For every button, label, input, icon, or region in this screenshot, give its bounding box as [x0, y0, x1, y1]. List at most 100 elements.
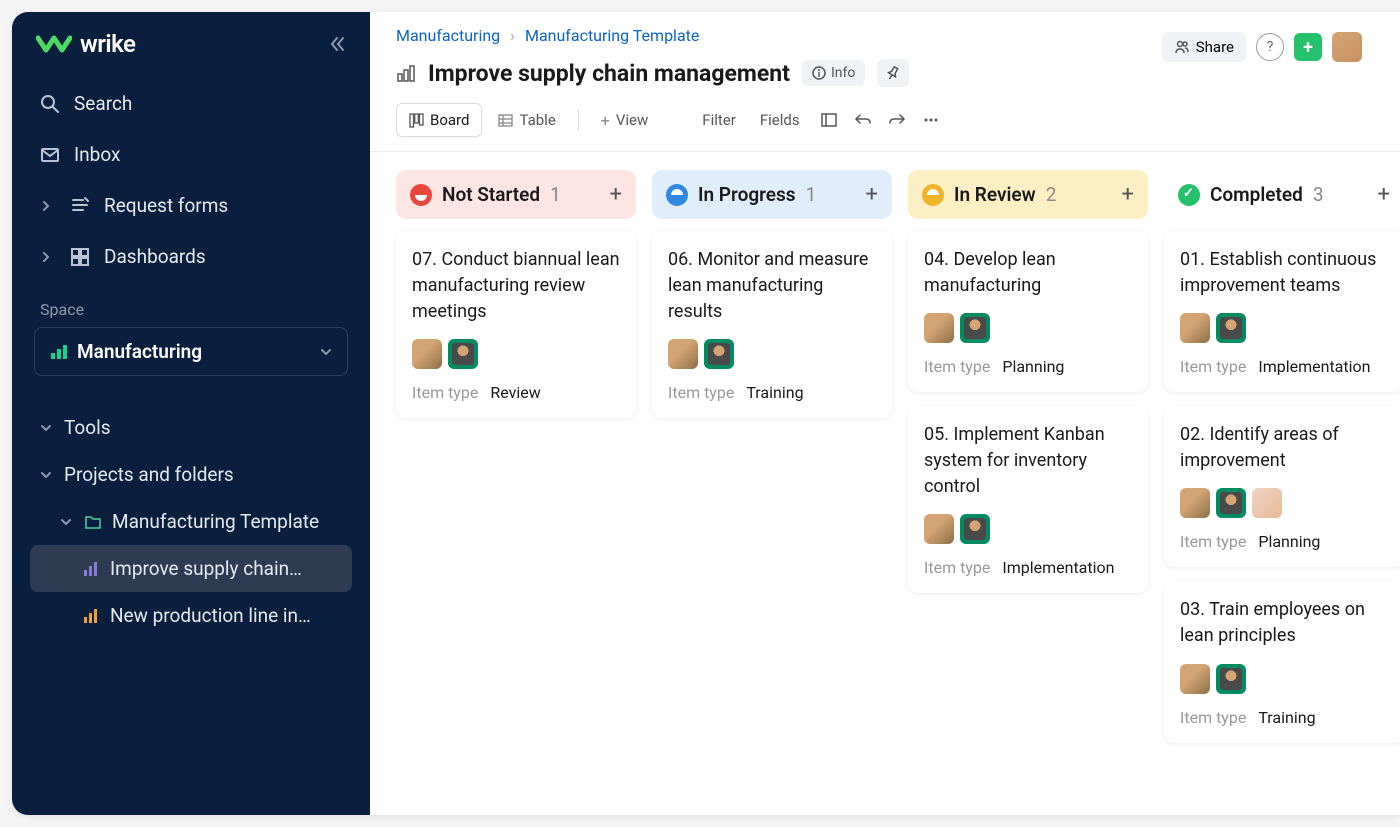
nav-dashboards-label: Dashboards	[104, 245, 206, 268]
column-header-in_progress[interactable]: In Progress1+	[652, 170, 892, 219]
plus-icon: +	[601, 111, 610, 130]
meta-value: Planning	[1258, 532, 1320, 551]
card-meta: Item typeReview	[412, 383, 620, 402]
tree-project-active[interactable]: Improve supply chain…	[30, 545, 352, 592]
avatar[interactable]	[924, 514, 954, 544]
column-in_review: In Review2+ 04. Develop lean manufacturin…	[908, 170, 1148, 797]
project-icon	[396, 63, 416, 83]
avatar[interactable]	[1252, 488, 1282, 518]
column-header-completed[interactable]: Completed3+	[1164, 170, 1400, 219]
avatar[interactable]	[960, 514, 990, 544]
undo-icon	[854, 111, 872, 129]
card-meta: Item typeImplementation	[924, 558, 1132, 577]
avatar[interactable]	[412, 339, 442, 369]
tree-tools-label: Tools	[64, 416, 111, 439]
avatar[interactable]	[704, 339, 734, 369]
card[interactable]: 05. Implement Kanban system for inventor…	[908, 406, 1148, 593]
logo[interactable]: wrike	[36, 30, 135, 58]
forms-icon	[70, 196, 90, 216]
view-tab-board[interactable]: Board	[396, 103, 482, 137]
card[interactable]: 03. Train employees on lean principlesIt…	[1164, 581, 1400, 742]
tree-projects-folders[interactable]: Projects and folders	[12, 451, 370, 498]
user-avatar[interactable]	[1332, 32, 1362, 62]
filter-button[interactable]: Filter	[692, 105, 746, 135]
sidebar: wrike Search Inbox Request forms Dashboa…	[12, 12, 370, 815]
column-completed: Completed3+ 01. Establish continuous impr…	[1164, 170, 1400, 797]
info-label: Info	[831, 65, 855, 81]
card[interactable]: 04. Develop lean manufacturing Item typeP…	[908, 231, 1148, 392]
pin-button[interactable]	[877, 59, 909, 87]
column-add-button[interactable]: +	[1378, 182, 1390, 207]
undo-button[interactable]	[848, 105, 878, 135]
column-header-not_started[interactable]: Not Started1+	[396, 170, 636, 219]
project-icon	[82, 607, 100, 625]
column-add-button[interactable]: +	[866, 182, 878, 207]
nav-search-label: Search	[74, 92, 132, 115]
breadcrumb-root[interactable]: Manufacturing	[396, 26, 500, 45]
collapse-sidebar-button[interactable]	[328, 35, 346, 53]
nav-inbox[interactable]: Inbox	[12, 129, 370, 180]
card-avatars	[1180, 664, 1388, 694]
card[interactable]: 06. Monitor and measure lean manufacturi…	[652, 231, 892, 418]
avatar[interactable]	[1180, 488, 1210, 518]
column-header-in_review[interactable]: In Review2+	[908, 170, 1148, 219]
avatar[interactable]	[1180, 664, 1210, 694]
view-board-label: Board	[430, 111, 469, 129]
column-in_progress: In Progress1+06. Monitor and measure lea…	[652, 170, 892, 797]
meta-value: Implementation	[1258, 357, 1370, 376]
status-dot-icon	[410, 184, 432, 206]
avatar[interactable]	[448, 339, 478, 369]
topbar: Manufacturing › Manufacturing Template S…	[370, 12, 1400, 45]
avatar[interactable]	[1216, 313, 1246, 343]
add-button[interactable]: +	[1294, 33, 1322, 61]
avatar[interactable]	[668, 339, 698, 369]
page-title: Improve supply chain management	[428, 60, 790, 87]
card-avatars	[1180, 313, 1388, 343]
nav-dashboards[interactable]: Dashboards	[12, 231, 370, 282]
tree-project-other[interactable]: New production line in…	[12, 592, 370, 639]
avatar[interactable]	[960, 313, 990, 343]
view-tab-table[interactable]: Table	[486, 104, 567, 136]
card[interactable]: 01. Establish continuous improvement tea…	[1164, 231, 1400, 392]
column-count: 1	[806, 183, 817, 206]
board-icon	[409, 113, 424, 128]
avatar[interactable]	[1216, 664, 1246, 694]
card-title: 06. Monitor and measure lean manufacturi…	[668, 247, 876, 325]
nav-search[interactable]: Search	[12, 78, 370, 129]
breadcrumb-separator: ›	[510, 26, 515, 45]
main: Manufacturing › Manufacturing Template S…	[370, 12, 1400, 815]
breadcrumb-child[interactable]: Manufacturing Template	[525, 26, 699, 45]
share-button[interactable]: Share	[1162, 32, 1246, 62]
view-tab-add[interactable]: + View	[589, 104, 661, 137]
card-avatars	[412, 339, 620, 369]
meta-label: Item type	[1180, 708, 1246, 727]
avatar[interactable]	[1180, 313, 1210, 343]
tree-tools[interactable]: Tools	[12, 404, 370, 451]
space-selector[interactable]: Manufacturing	[34, 327, 348, 376]
expand-button[interactable]	[814, 105, 844, 135]
project-icon	[82, 560, 100, 578]
meta-value: Implementation	[1002, 558, 1114, 577]
help-button[interactable]: ?	[1256, 33, 1284, 61]
space-name: Manufacturing	[77, 340, 309, 363]
view-add-label: View	[616, 111, 648, 129]
avatar[interactable]	[1216, 488, 1246, 518]
card[interactable]: 07. Conduct biannual lean manufacturing …	[396, 231, 636, 418]
board: Not Started1+ 07. Conduct biannual lean m…	[370, 152, 1400, 815]
card-meta: Item typePlanning	[924, 357, 1132, 376]
card-avatars	[668, 339, 876, 369]
nav-inbox-label: Inbox	[74, 143, 120, 166]
card-title: 05. Implement Kanban system for inventor…	[924, 422, 1132, 500]
card[interactable]: 02. Identify areas of improvementItem ty…	[1164, 406, 1400, 567]
column-add-button[interactable]: +	[1122, 182, 1134, 207]
more-button[interactable]	[916, 105, 946, 135]
redo-button[interactable]	[882, 105, 912, 135]
card-title: 04. Develop lean manufacturing	[924, 247, 1132, 299]
info-button[interactable]: Info	[802, 60, 865, 86]
nav-request-forms[interactable]: Request forms	[12, 180, 370, 231]
column-title: Completed	[1210, 183, 1303, 206]
fields-button[interactable]: Fields	[750, 105, 810, 135]
column-add-button[interactable]: +	[610, 182, 622, 207]
avatar[interactable]	[924, 313, 954, 343]
tree-manufacturing-template[interactable]: Manufacturing Template	[12, 498, 370, 545]
